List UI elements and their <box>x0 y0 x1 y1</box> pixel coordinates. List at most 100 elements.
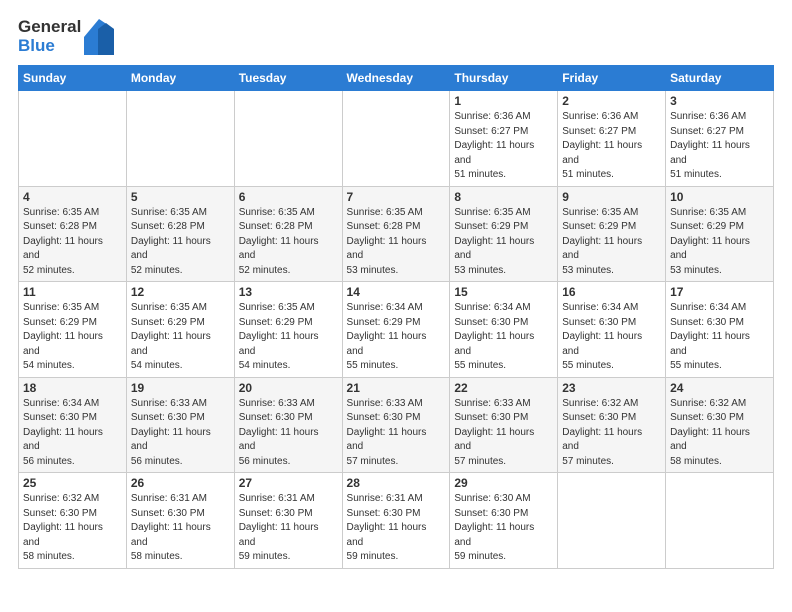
day-info: Sunrise: 6:36 AMSunset: 6:27 PMDaylight:… <box>562 110 661 183</box>
day-number: 6 <box>239 190 338 204</box>
day-info: Sunrise: 6:35 AMSunset: 6:29 PMDaylight:… <box>239 301 338 374</box>
day-info: Sunrise: 6:32 AMSunset: 6:30 PMDaylight:… <box>562 397 661 470</box>
day-info: Sunrise: 6:35 AMSunset: 6:28 PMDaylight:… <box>131 206 230 279</box>
calendar-cell <box>558 473 666 569</box>
weekday-header-monday: Monday <box>126 66 234 91</box>
day-number: 26 <box>131 476 230 490</box>
day-number: 11 <box>23 285 122 299</box>
day-info: Sunrise: 6:35 AMSunset: 6:29 PMDaylight:… <box>670 206 769 279</box>
day-number: 12 <box>131 285 230 299</box>
weekday-header-sunday: Sunday <box>19 66 127 91</box>
calendar-cell: 15 Sunrise: 6:34 AMSunset: 6:30 PMDayligh… <box>450 282 558 378</box>
day-number: 13 <box>239 285 338 299</box>
calendar-week-2: 4Sunrise: 6:35 AMSunset: 6:28 PMDaylight… <box>19 186 774 282</box>
day-number: 29 <box>454 476 553 490</box>
day-info: Sunrise: 6:34 AMSunset: 6:30 PMDaylight:… <box>23 397 122 470</box>
logo: General Blue <box>18 18 114 55</box>
logo-general: General <box>18 18 81 37</box>
logo-icon <box>84 19 114 55</box>
calendar-cell: 4Sunrise: 6:35 AMSunset: 6:28 PMDaylight… <box>19 186 127 282</box>
calendar-week-5: 25 Sunrise: 6:32 AMSunset: 6:30 PMDayligh… <box>19 473 774 569</box>
calendar-cell: 6 Sunrise: 6:35 AMSunset: 6:28 PMDaylight… <box>234 186 342 282</box>
day-number: 23 <box>562 381 661 395</box>
day-number: 28 <box>347 476 446 490</box>
calendar-cell <box>19 91 127 187</box>
day-number: 16 <box>562 285 661 299</box>
day-info: Sunrise: 6:31 AMSunset: 6:30 PMDaylight:… <box>239 492 338 565</box>
weekday-header-friday: Friday <box>558 66 666 91</box>
calendar-cell: 18 Sunrise: 6:34 AMSunset: 6:30 PMDayligh… <box>19 377 127 473</box>
day-number: 15 <box>454 285 553 299</box>
calendar-week-3: 11 Sunrise: 6:35 AMSunset: 6:29 PMDayligh… <box>19 282 774 378</box>
day-info: Sunrise: 6:33 AMSunset: 6:30 PMDaylight:… <box>239 397 338 470</box>
weekday-header-tuesday: Tuesday <box>234 66 342 91</box>
day-number: 8 <box>454 190 553 204</box>
calendar-cell: 24Sunrise: 6:32 AMSunset: 6:30 PMDayligh… <box>666 377 774 473</box>
day-number: 10 <box>670 190 769 204</box>
day-info: Sunrise: 6:32 AMSunset: 6:30 PMDaylight:… <box>23 492 122 565</box>
day-info: Sunrise: 6:35 AMSunset: 6:29 PMDaylight:… <box>131 301 230 374</box>
day-number: 21 <box>347 381 446 395</box>
day-info: Sunrise: 6:35 AMSunset: 6:29 PMDaylight:… <box>562 206 661 279</box>
day-info: Sunrise: 6:32 AMSunset: 6:30 PMDaylight:… <box>670 397 769 470</box>
calendar-cell: 13 Sunrise: 6:35 AMSunset: 6:29 PMDayligh… <box>234 282 342 378</box>
calendar-cell: 29 Sunrise: 6:30 AMSunset: 6:30 PMDayligh… <box>450 473 558 569</box>
calendar-cell: 22 Sunrise: 6:33 AMSunset: 6:30 PMDayligh… <box>450 377 558 473</box>
calendar-cell: 25 Sunrise: 6:32 AMSunset: 6:30 PMDayligh… <box>19 473 127 569</box>
day-number: 25 <box>23 476 122 490</box>
weekday-header-wednesday: Wednesday <box>342 66 450 91</box>
calendar-cell: 10 Sunrise: 6:35 AMSunset: 6:29 PMDayligh… <box>666 186 774 282</box>
weekday-header-saturday: Saturday <box>666 66 774 91</box>
day-number: 22 <box>454 381 553 395</box>
calendar-cell: 7 Sunrise: 6:35 AMSunset: 6:28 PMDaylight… <box>342 186 450 282</box>
day-info: Sunrise: 6:34 AMSunset: 6:30 PMDaylight:… <box>454 301 553 374</box>
calendar-cell: 1 Sunrise: 6:36 AMSunset: 6:27 PMDaylight… <box>450 91 558 187</box>
day-number: 20 <box>239 381 338 395</box>
calendar-cell: 12 Sunrise: 6:35 AMSunset: 6:29 PMDayligh… <box>126 282 234 378</box>
day-info: Sunrise: 6:34 AMSunset: 6:30 PMDaylight:… <box>562 301 661 374</box>
day-info: Sunrise: 6:34 AMSunset: 6:30 PMDaylight:… <box>670 301 769 374</box>
calendar-cell: 9 Sunrise: 6:35 AMSunset: 6:29 PMDaylight… <box>558 186 666 282</box>
day-info: Sunrise: 6:33 AMSunset: 6:30 PMDaylight:… <box>131 397 230 470</box>
calendar-cell: 8Sunrise: 6:35 AMSunset: 6:29 PMDaylight… <box>450 186 558 282</box>
day-info: Sunrise: 6:35 AMSunset: 6:28 PMDaylight:… <box>239 206 338 279</box>
calendar-cell <box>234 91 342 187</box>
calendar-header-row: SundayMondayTuesdayWednesdayThursdayFrid… <box>19 66 774 91</box>
day-number: 27 <box>239 476 338 490</box>
day-info: Sunrise: 6:36 AMSunset: 6:27 PMDaylight:… <box>454 110 553 183</box>
calendar-cell: 2Sunrise: 6:36 AMSunset: 6:27 PMDaylight… <box>558 91 666 187</box>
day-info: Sunrise: 6:35 AMSunset: 6:28 PMDaylight:… <box>347 206 446 279</box>
day-number: 7 <box>347 190 446 204</box>
weekday-header-thursday: Thursday <box>450 66 558 91</box>
calendar-cell <box>342 91 450 187</box>
day-info: Sunrise: 6:33 AMSunset: 6:30 PMDaylight:… <box>347 397 446 470</box>
day-info: Sunrise: 6:31 AMSunset: 6:30 PMDaylight:… <box>347 492 446 565</box>
calendar-table: SundayMondayTuesdayWednesdayThursdayFrid… <box>18 65 774 569</box>
calendar-cell: 23 Sunrise: 6:32 AMSunset: 6:30 PMDayligh… <box>558 377 666 473</box>
calendar-cell <box>126 91 234 187</box>
day-info: Sunrise: 6:35 AMSunset: 6:28 PMDaylight:… <box>23 206 122 279</box>
calendar-cell: 27 Sunrise: 6:31 AMSunset: 6:30 PMDayligh… <box>234 473 342 569</box>
day-number: 19 <box>131 381 230 395</box>
calendar-cell: 5Sunrise: 6:35 AMSunset: 6:28 PMDaylight… <box>126 186 234 282</box>
day-number: 17 <box>670 285 769 299</box>
calendar-cell: 16 Sunrise: 6:34 AMSunset: 6:30 PMDayligh… <box>558 282 666 378</box>
calendar-cell: 14Sunrise: 6:34 AMSunset: 6:29 PMDayligh… <box>342 282 450 378</box>
day-info: Sunrise: 6:33 AMSunset: 6:30 PMDaylight:… <box>454 397 553 470</box>
calendar-cell: 28 Sunrise: 6:31 AMSunset: 6:30 PMDayligh… <box>342 473 450 569</box>
day-info: Sunrise: 6:30 AMSunset: 6:30 PMDaylight:… <box>454 492 553 565</box>
calendar-week-1: 1 Sunrise: 6:36 AMSunset: 6:27 PMDaylight… <box>19 91 774 187</box>
day-number: 18 <box>23 381 122 395</box>
day-number: 9 <box>562 190 661 204</box>
calendar-cell: 3 Sunrise: 6:36 AMSunset: 6:27 PMDaylight… <box>666 91 774 187</box>
day-info: Sunrise: 6:35 AMSunset: 6:29 PMDaylight:… <box>23 301 122 374</box>
logo-blue: Blue <box>18 37 55 56</box>
calendar-cell: 21 Sunrise: 6:33 AMSunset: 6:30 PMDayligh… <box>342 377 450 473</box>
day-info: Sunrise: 6:36 AMSunset: 6:27 PMDaylight:… <box>670 110 769 183</box>
page: General Blue SundayMondayTuesdayWednesda… <box>0 0 792 612</box>
calendar-cell: 20 Sunrise: 6:33 AMSunset: 6:30 PMDayligh… <box>234 377 342 473</box>
calendar-week-4: 18 Sunrise: 6:34 AMSunset: 6:30 PMDayligh… <box>19 377 774 473</box>
day-number: 3 <box>670 94 769 108</box>
day-number: 1 <box>454 94 553 108</box>
calendar-cell: 11 Sunrise: 6:35 AMSunset: 6:29 PMDayligh… <box>19 282 127 378</box>
